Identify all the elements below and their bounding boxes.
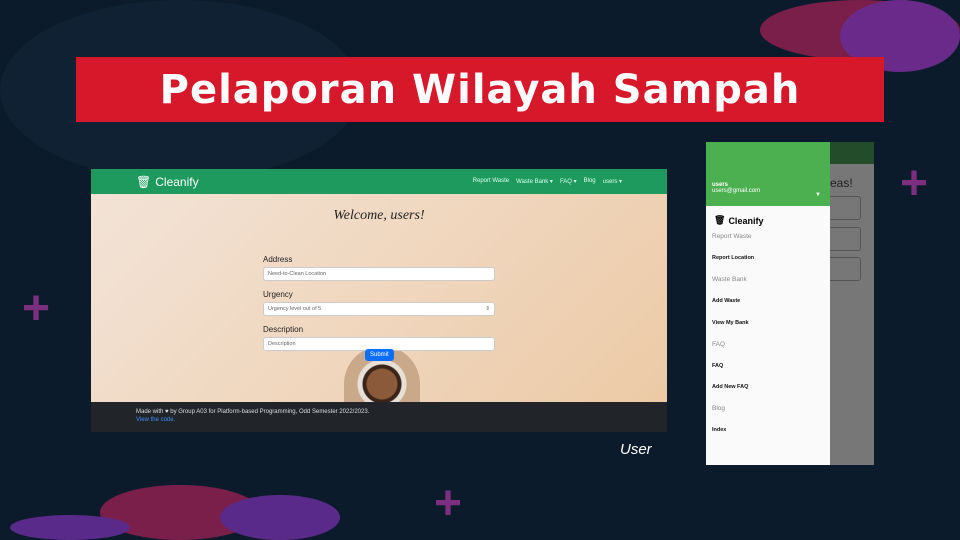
trash-icon: 🗑 [136, 174, 152, 189]
submit-button[interactable]: Submit [365, 349, 394, 361]
brand[interactable]: 🗑 Cleanify [136, 175, 199, 189]
address-input[interactable]: Need-to-Clean Location [263, 267, 495, 281]
decor-blob [220, 495, 340, 540]
page-title: Pelaporan Wilayah Sampah [76, 57, 884, 122]
caption: User [620, 441, 652, 458]
web-screenshot: 🗑 Cleanify Report Waste Waste Bank ▾ FAQ … [91, 169, 667, 432]
drawer-item: Blog [712, 405, 726, 413]
brand-label: Cleanify [155, 174, 199, 189]
nav-faq[interactable]: FAQ ▾ [560, 178, 577, 185]
drawer-email: users@gmail.com [712, 188, 761, 194]
drawer-item: Report Waste [712, 233, 752, 241]
nav-user[interactable]: users ▾ [603, 178, 622, 185]
nav-drawer: users users@gmail.com ▼ 🗑 Cleanify Report… [706, 142, 830, 465]
footer-text: Made with ♥ by Group A03 for Platform-ba… [136, 409, 370, 415]
drawer-item[interactable]: View My Bank [706, 312, 830, 334]
overlay[interactable]: Areas! [818, 142, 874, 465]
nav-waste-bank[interactable]: Waste Bank ▾ [516, 178, 553, 185]
mobile-screenshot: Areas! users users@gmail.com ▼ 🗑 Cleanify… [706, 142, 874, 465]
view-code-link[interactable]: View the code. [136, 417, 622, 423]
drawer-item[interactable]: FAQ [706, 355, 830, 377]
caret-down-icon[interactable]: ▼ [815, 192, 821, 198]
nav-report-waste[interactable]: Report Waste [473, 178, 509, 185]
drawer-item[interactable]: Add Waste [706, 291, 830, 313]
decor-blob [10, 515, 130, 540]
navbar: 🗑 Cleanify Report Waste Waste Bank ▾ FAQ … [91, 169, 667, 194]
description-label: Description [263, 325, 304, 334]
urgency-placeholder: Urgency level out of 5 [268, 306, 322, 312]
plus-decor-icon: + [434, 477, 463, 530]
drawer-header: users users@gmail.com ▼ [706, 142, 830, 206]
report-form: Address Need-to-Clean Location Urgency U… [263, 255, 495, 360]
drawer-item[interactable]: Index [706, 420, 830, 442]
trash-icon: 🗑 [714, 215, 726, 225]
description-placeholder: Description [268, 341, 296, 347]
drawer-item[interactable]: Report Location [706, 248, 830, 270]
urgency-input[interactable]: Urgency level out of 5 ⇕ [263, 302, 495, 316]
drawer-brand-label: Cleanify [728, 215, 764, 226]
plus-decor-icon: + [22, 282, 51, 335]
drawer-item: Waste Bank [712, 276, 747, 284]
welcome-heading: Welcome, users! [333, 208, 425, 223]
address-placeholder: Need-to-Clean Location [268, 271, 327, 277]
footer: Made with ♥ by Group A03 for Platform-ba… [91, 402, 667, 432]
drawer-brand: 🗑 Cleanify [706, 206, 830, 226]
drawer-item[interactable]: Add New FAQ [706, 377, 830, 399]
spinner-icon[interactable]: ⇕ [485, 306, 490, 312]
urgency-label: Urgency [263, 290, 293, 299]
nav-blog[interactable]: Blog [584, 178, 596, 185]
plus-decor-icon: + [900, 157, 929, 210]
address-label: Address [263, 255, 293, 264]
drawer-item: FAQ [712, 340, 726, 348]
